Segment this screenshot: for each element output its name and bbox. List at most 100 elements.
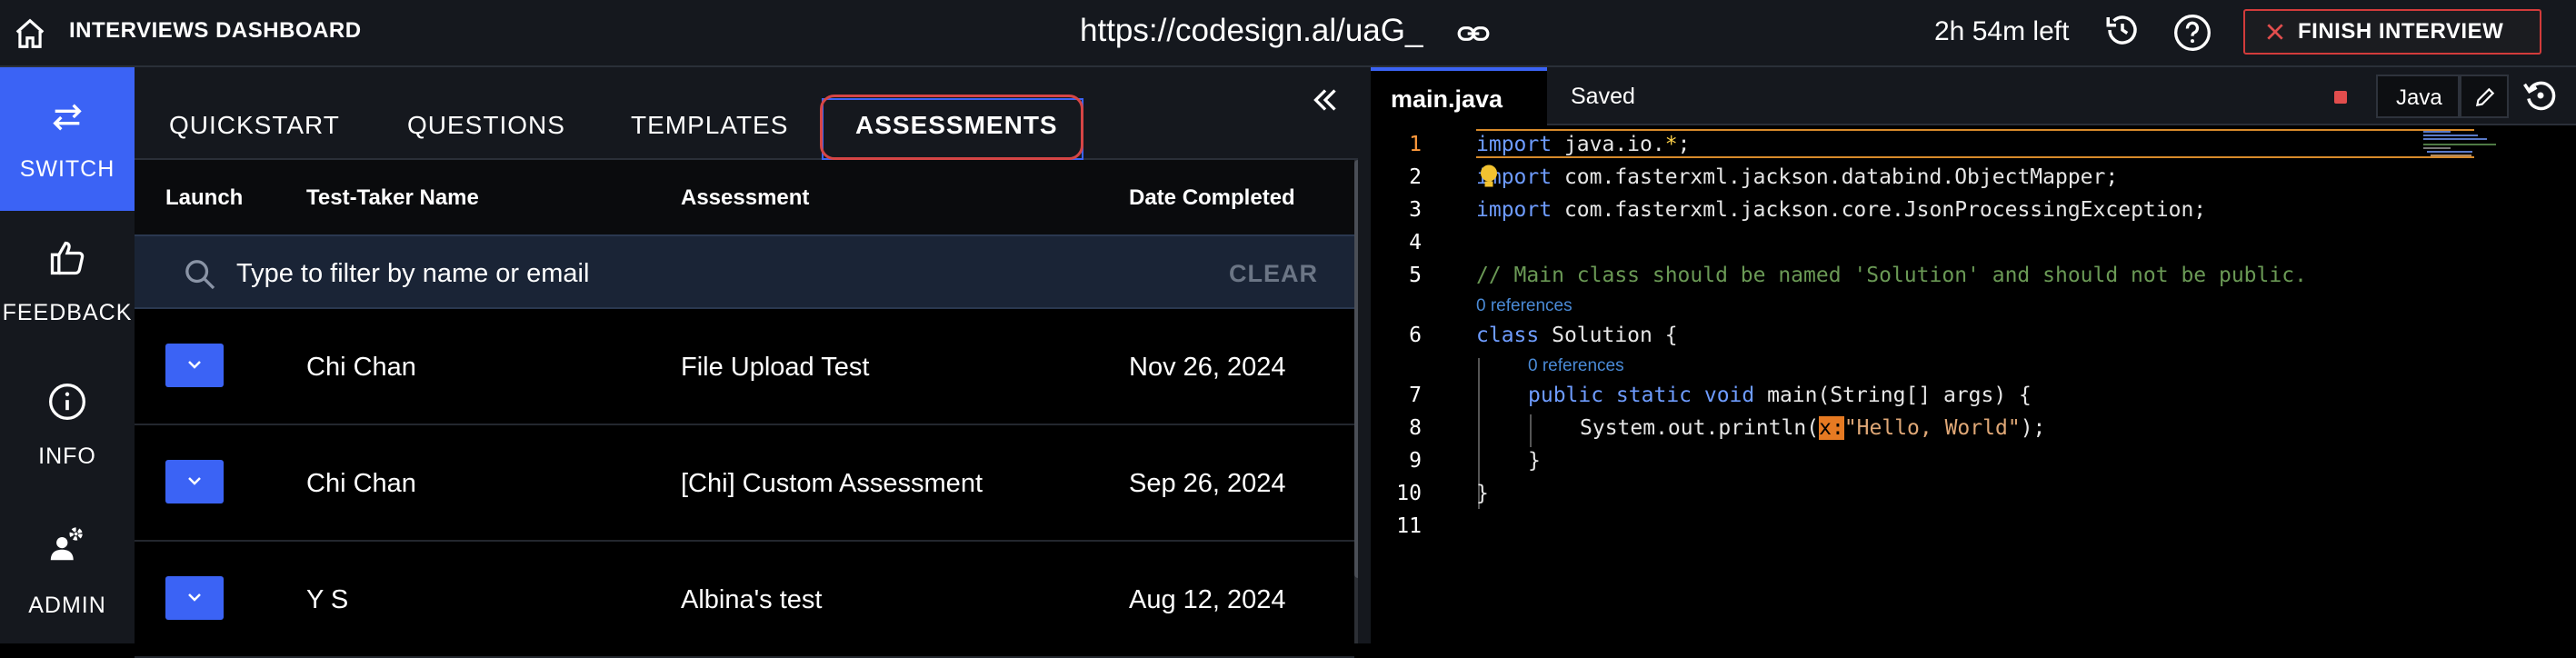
stop-icon[interactable] [2334, 91, 2347, 104]
admin-gear-user-icon [50, 527, 83, 561]
cell-date: Sep 26, 2024 [1129, 469, 1286, 498]
code-text: java.io. [1552, 133, 1665, 156]
code-keyword: import [1476, 198, 1553, 222]
nav-label-switch: SWITCH [19, 156, 115, 182]
info-icon [49, 384, 85, 420]
code-editor: main.java Saved Java 1 2 3 4 5 6 7 8 9 1… [1371, 67, 2576, 643]
close-x-icon [2267, 24, 2283, 40]
code-line: } [1528, 449, 1541, 473]
cell-test-taker: Chi Chan [306, 353, 416, 382]
filter-input[interactable] [235, 253, 1147, 294]
code-text: Solution { [1539, 324, 1678, 347]
language-label: Java [2396, 85, 2442, 110]
copy-link-icon[interactable] [1456, 16, 1491, 51]
code-text: ; [1677, 133, 1691, 156]
finish-interview-button[interactable]: FINISH INTERVIEW [2243, 9, 2541, 55]
code-keyword: public static void [1528, 384, 1755, 407]
search-icon [185, 260, 215, 290]
code-text: main(String[] args) { [1754, 384, 2032, 407]
code-text: System.out.println( [1580, 416, 1820, 440]
cell-date: Aug 12, 2024 [1129, 585, 1286, 614]
reset-code-icon[interactable] [2521, 76, 2560, 115]
code-line: } [1476, 482, 1489, 505]
nav-item-info[interactable]: INFO [0, 358, 135, 502]
language-select[interactable]: Java [2376, 75, 2460, 118]
cell-assessment: [Chi] Custom Assessment [681, 469, 983, 498]
filter-bar: CLEAR [135, 234, 1354, 309]
tab-questions[interactable]: QUESTIONS [407, 111, 565, 140]
nav-label-info: INFO [38, 444, 96, 469]
line-number: 6 [1409, 324, 1422, 347]
top-bar: INTERVIEWS DASHBOARD https://codesign.al… [0, 0, 2576, 67]
tab-highlight-ring [820, 95, 1083, 160]
lightbulb-icon[interactable] [1478, 164, 1500, 191]
code-comment: // Main class should be named 'Solution'… [1476, 264, 2307, 287]
code-line: import com.fasterxml.jackson.core.JsonPr… [1476, 198, 2206, 222]
line-number: 2 [1409, 165, 1422, 189]
switch-arrows-icon [53, 104, 82, 131]
cell-test-taker: Y S [306, 585, 349, 614]
code-text: ); [2020, 416, 2046, 440]
history-icon[interactable] [2103, 11, 2142, 49]
chevron-down-icon [188, 593, 201, 602]
file-tab-label: main.java [1391, 85, 1503, 113]
home-icon[interactable] [13, 16, 47, 51]
tab-quickstart[interactable]: QUICKSTART [169, 111, 340, 140]
save-status: Saved [1571, 84, 1635, 109]
code-keyword: import [1476, 133, 1553, 156]
line-number: 9 [1409, 449, 1422, 473]
thumbs-up-icon [50, 241, 85, 275]
column-header-assessment[interactable]: Assessment [681, 185, 809, 211]
nav-item-switch[interactable]: SWITCH [0, 67, 135, 211]
codelens-references[interactable]: 0 references [1476, 296, 1573, 316]
column-header-name[interactable]: Test-Taker Name [306, 185, 479, 211]
edit-language-button[interactable] [2460, 75, 2509, 118]
launch-button[interactable] [165, 576, 224, 620]
code-line: import com.fasterxml.jackson.databind.Ob… [1476, 165, 2118, 189]
help-icon[interactable] [2172, 13, 2212, 53]
column-header-date[interactable]: Date Completed [1129, 185, 1295, 211]
code-line: System.out.println(x:"Hello, World"); [1580, 416, 2045, 440]
code-line: class Solution { [1476, 324, 1678, 347]
code-text: com.fasterxml.jackson.databind.ObjectMap… [1552, 165, 2119, 189]
cell-test-taker: Chi Chan [306, 469, 416, 498]
launch-button[interactable] [165, 344, 224, 387]
column-header-launch[interactable]: Launch [165, 185, 243, 211]
cell-assessment: File Upload Test [681, 353, 870, 382]
nav-item-feedback[interactable]: FEEDBACK [0, 213, 135, 356]
editor-toolbar: main.java Saved Java [1371, 67, 2576, 125]
assessments-panel: QUICKSTART QUESTIONS TEMPLATES ASSESSMEN… [135, 67, 1365, 658]
code-text: com.fasterxml.jackson.core.JsonProcessin… [1552, 198, 2207, 222]
tab-templates[interactable]: TEMPLATES [631, 111, 788, 140]
panel-resize-handle[interactable] [1358, 67, 1371, 643]
indent-guide [1530, 414, 1532, 447]
launch-button[interactable] [165, 460, 224, 503]
table-header: Launch Test-Taker Name Assessment Date C… [135, 160, 1358, 234]
clear-filter-button[interactable]: CLEAR [1229, 260, 1318, 288]
code-line: import java.io.*; [1476, 133, 1690, 156]
codelens-references[interactable]: 0 references [1528, 356, 1624, 376]
chevron-down-icon [188, 361, 201, 369]
table-row: Chi Chan File Upload Test Nov 26, 2024 [135, 309, 1354, 425]
cell-assessment: Albina's test [681, 585, 823, 614]
file-tab-main[interactable]: main.java [1371, 67, 1547, 125]
code-text: * [1664, 133, 1678, 156]
line-number: 8 [1409, 416, 1422, 440]
line-number: 4 [1409, 231, 1422, 254]
interview-url: https://codesign.al/uaG_ [1080, 13, 1423, 48]
collapse-panel-icon[interactable] [1309, 84, 1342, 116]
time-remaining: 2h 54m left [1934, 16, 2070, 46]
line-number: 7 [1409, 384, 1422, 407]
line-number: 1 [1409, 133, 1422, 156]
code-keyword: class [1476, 324, 1540, 347]
code-string: "Hello, World" [1843, 416, 2021, 440]
finish-interview-label: FINISH INTERVIEW [2298, 19, 2504, 44]
table-row: Y S Albina's test Aug 12, 2024 [135, 542, 1354, 658]
nav-item-admin[interactable]: ADMIN [0, 503, 135, 647]
code-area[interactable]: 1 2 3 4 5 6 7 8 9 10 11 import java.io.*… [1371, 125, 2576, 643]
nav-label-admin: ADMIN [28, 593, 106, 618]
pencil-icon [2475, 87, 2495, 107]
table-row: Chi Chan [Chi] Custom Assessment Sep 26,… [135, 425, 1354, 542]
dashboard-title[interactable]: INTERVIEWS DASHBOARD [69, 18, 362, 44]
line-number: 5 [1409, 264, 1422, 287]
